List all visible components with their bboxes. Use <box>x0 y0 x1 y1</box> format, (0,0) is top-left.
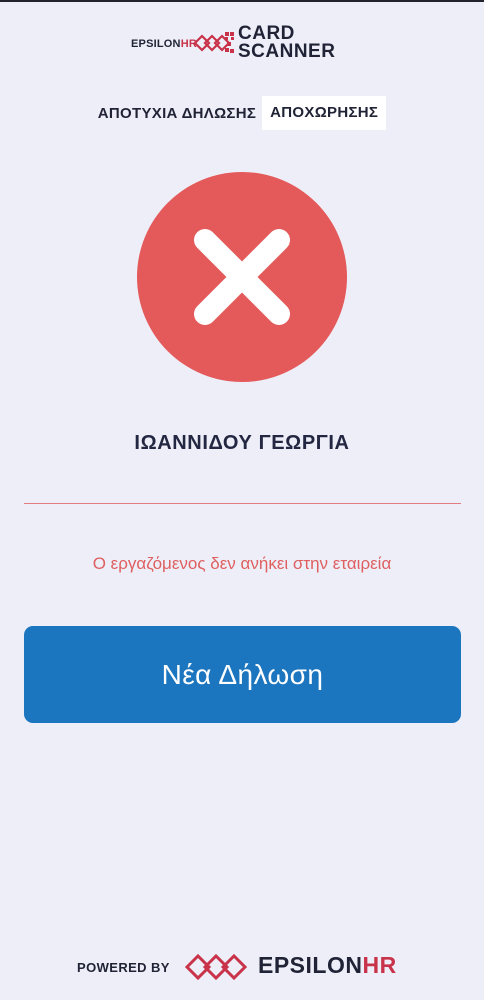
card-scanner-wordmark: CARD SCANNER <box>238 24 336 62</box>
status-heading: ΑΠΟΤΥΧΙΑ ΔΗΛΩΣΗΣ ΑΠΟΧΩΡΗΣΗΣ <box>0 96 484 130</box>
declaration-type-badge: ΑΠΟΧΩΡΗΣΗΣ <box>262 96 387 130</box>
close-icon <box>137 172 347 382</box>
epsilonhr-logo-icon <box>193 32 234 53</box>
footer-brand-wordmark: EPSILONHR <box>258 952 397 979</box>
card-scanner-logo: EPSILONHR CARD SCANNER <box>131 24 361 66</box>
product-line-2: SCANNER <box>238 41 336 62</box>
footer: POWERED BY EPSILONHR <box>0 946 484 986</box>
epsilonhr-brand: EPSILONHR <box>131 38 197 50</box>
top-edge <box>0 0 484 2</box>
error-message: Ο εργαζόμενος δεν ανήκει στην εταιρεία <box>92 554 392 573</box>
new-declaration-button[interactable]: Νέα Δήλωση <box>24 626 461 723</box>
epsilonhr-footer-logo-icon <box>184 953 248 981</box>
employee-name: ΙΩΑΝΝΙΔΟΥ ΓΕΩΡΓΙΑ <box>134 432 350 454</box>
divider <box>24 503 461 504</box>
declaration-failure-title: ΑΠΟΤΥΧΙΑ ΔΗΛΩΣΗΣ <box>97 104 257 122</box>
footer-brand-suffix: HR <box>362 952 397 978</box>
brand-prefix: EPSILON <box>131 38 181 50</box>
powered-by-label: POWERED BY <box>77 960 170 975</box>
footer-brand-prefix: EPSILON <box>258 952 363 978</box>
